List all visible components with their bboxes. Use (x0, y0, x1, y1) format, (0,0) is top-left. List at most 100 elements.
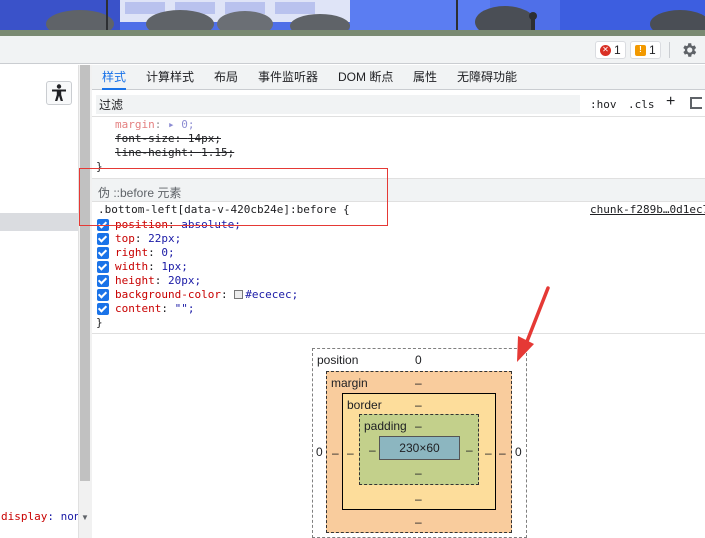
css-value: 20px; (168, 274, 202, 287)
accessibility-tree-toggle[interactable] (46, 81, 72, 105)
box-model-padding-right[interactable]: – (466, 443, 473, 457)
annotation-arrow-icon (517, 286, 550, 362)
error-count: 1 (614, 43, 621, 57)
pseudo-element-section-header: 伪 ::before 元素 (92, 178, 705, 202)
scroll-down-arrow-icon[interactable]: ▼ (79, 513, 91, 523)
page-banner-illustration (0, 0, 705, 36)
toolbar-divider (669, 42, 670, 58)
elements-scrollbar-thumb[interactable] (80, 65, 90, 481)
css-prop: margin (115, 118, 155, 131)
rule-close-brace: } (96, 160, 103, 173)
css-prop: right (115, 246, 149, 259)
plus-icon[interactable]: + (666, 93, 675, 111)
color-swatch[interactable] (234, 290, 244, 299)
box-model-margin-top[interactable]: – (415, 376, 422, 390)
css-value: : non (47, 510, 81, 523)
css-value: absolute; (181, 218, 241, 231)
section-divider (92, 333, 705, 334)
tab-dom-breakpoints[interactable]: DOM 断点 (338, 65, 393, 90)
css-prop: top (115, 232, 135, 245)
css-declaration[interactable]: margin: ▸ 0; (115, 118, 195, 132)
box-model-margin: margin – – – – border – – – – padding – … (326, 371, 512, 533)
hov-toggle-button[interactable]: :hov (590, 95, 617, 114)
css-declaration[interactable]: height: 20px; (115, 274, 201, 288)
box-model-border-left[interactable]: – (347, 446, 354, 460)
declaration-checkbox[interactable] (97, 247, 109, 259)
box-model-padding: padding – – – – 230×60 (359, 414, 479, 485)
box-model-content-size[interactable]: 230×60 (379, 436, 460, 460)
box-model-border: border – – – – padding – – – – 230×60 (342, 393, 496, 510)
box-model-position: position 0 0 0 margin – – – – border – –… (312, 348, 527, 538)
warning-flag-icon: ! (635, 44, 646, 56)
declaration-checkbox[interactable] (97, 261, 109, 273)
styles-filter-input[interactable] (96, 95, 580, 114)
declaration-checkbox[interactable] (97, 219, 109, 231)
tab-properties[interactable]: 属性 (413, 65, 437, 90)
box-model-padding-top[interactable]: – (415, 419, 422, 433)
declaration-checkbox[interactable] (97, 289, 109, 301)
tab-styles[interactable]: 样式 (102, 65, 127, 90)
devtools-top-toolbar: ✕ 1 ! 1 (0, 36, 705, 64)
css-prop: background-color (115, 288, 221, 301)
css-value: 1px; (161, 260, 188, 273)
css-declaration-overridden[interactable]: font-size: 14px; (115, 132, 221, 146)
box-model-padding-left[interactable]: – (369, 443, 376, 457)
box-model-margin-bottom[interactable]: – (415, 515, 422, 529)
styles-filter-bar: :hov .cls + (92, 91, 705, 117)
accessibility-person-icon (52, 84, 66, 101)
tab-layout[interactable]: 布局 (214, 65, 238, 90)
box-model-position-label: position (317, 353, 359, 367)
declaration-checkbox[interactable] (97, 233, 109, 245)
selected-dom-node-row[interactable] (0, 213, 78, 231)
box-model-border-top[interactable]: – (415, 398, 422, 412)
styles-sidebar-tabs: 样式 计算样式 布局 事件监听器 DOM 断点 属性 无障碍功能 (92, 65, 705, 90)
tab-event-listeners[interactable]: 事件监听器 (258, 65, 318, 90)
dom-inline-style-snippet: display: non (1, 510, 80, 523)
css-prop: font-size (115, 132, 175, 145)
css-prop: content (115, 302, 162, 315)
declaration-checkbox[interactable] (97, 303, 109, 315)
sidebar-toggle-icon[interactable] (690, 97, 702, 109)
css-value: #ececec; (245, 288, 299, 301)
css-prop: width (115, 260, 149, 273)
error-circle-icon: ✕ (600, 44, 611, 56)
rule-selector[interactable]: .bottom-left[data-v-420cb24e]:before { (98, 203, 350, 217)
css-value: 22px; (148, 232, 182, 245)
tab-accessibility[interactable]: 无障碍功能 (457, 65, 517, 90)
declaration-checkbox[interactable] (97, 275, 109, 287)
css-value: 1.15; (201, 146, 235, 159)
css-declaration[interactable]: width: 1px; (115, 260, 188, 274)
warning-count-badge[interactable]: ! 1 (630, 41, 661, 59)
css-declaration[interactable]: position: absolute; (115, 218, 241, 232)
css-prop: height (115, 274, 155, 287)
box-model-padding-bottom[interactable]: – (415, 466, 422, 480)
box-model-margin-label: margin (331, 376, 368, 390)
warning-count: 1 (649, 43, 656, 57)
css-declaration[interactable]: background-color: #ececec; (115, 288, 298, 302)
css-value: 14px; (187, 132, 221, 145)
gear-icon[interactable] (680, 41, 698, 59)
css-prop: display (1, 510, 48, 523)
box-model-border-right[interactable]: – (485, 446, 492, 460)
rule-close-brace: } (96, 316, 103, 329)
css-value: ▸ 0; (168, 118, 195, 131)
css-value: 0; (161, 246, 175, 259)
pseudo-element-label: 伪 ::before 元素 (98, 186, 182, 200)
css-value: ""; (174, 302, 195, 315)
box-model-margin-right[interactable]: – (499, 446, 506, 460)
box-model-position-top[interactable]: 0 (415, 353, 422, 367)
error-count-badge[interactable]: ✕ 1 (595, 41, 626, 59)
box-model-position-right[interactable]: 0 (515, 445, 522, 459)
box-model-margin-left[interactable]: – (332, 446, 339, 460)
css-declaration[interactable]: right: 0; (115, 246, 175, 260)
css-declaration[interactable]: content: ""; (115, 302, 194, 316)
box-model-border-bottom[interactable]: – (415, 492, 422, 506)
box-model-position-left[interactable]: 0 (316, 445, 323, 459)
css-prop: position (115, 218, 168, 231)
box-model-border-label: border (347, 398, 382, 412)
tab-computed[interactable]: 计算样式 (146, 65, 194, 90)
css-declaration[interactable]: top: 22px; (115, 232, 181, 246)
stylesheet-source-link[interactable]: chunk-f289b…0d1ec7 (590, 203, 705, 217)
cls-toggle-button[interactable]: .cls (628, 95, 655, 114)
css-declaration-overridden[interactable]: line-height: 1.15; (115, 146, 234, 160)
